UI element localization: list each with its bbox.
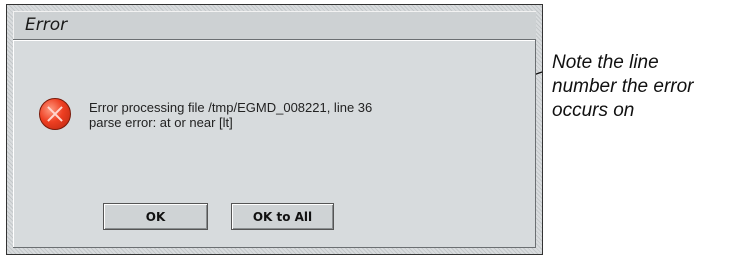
error-message: Error processing file /tmp/EGMD_008221, … [89,100,372,130]
callout-note: Note the line number the error occurs on [552,51,694,123]
ok-to-all-button[interactable]: OK to All [231,203,334,230]
ok-button[interactable]: OK [103,203,208,230]
error-message-line2: parse error: at or near [lt] [89,115,233,130]
error-icon [39,98,71,130]
dialog-titlebar[interactable]: Error [13,11,536,40]
dialog-body: Error processing file /tmp/EGMD_008221, … [13,40,536,248]
dialog-title: Error [25,15,68,35]
error-message-line1: Error processing file /tmp/EGMD_008221, … [89,100,373,115]
callout-line3: occurs on [552,100,635,121]
callout-line2: number the error [552,76,694,97]
error-dialog: Error Error processing file /tmp/EGMD_00… [6,4,543,255]
callout-line1: Note the line [552,52,659,73]
